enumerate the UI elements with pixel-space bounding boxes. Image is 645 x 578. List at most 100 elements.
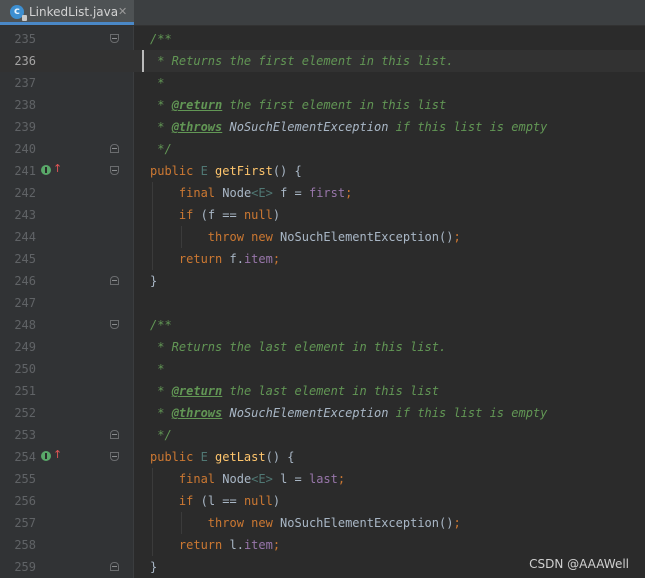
code-token: * <box>150 362 165 376</box>
indent-guide <box>181 226 182 248</box>
code-line[interactable]: 241 ↑ public E getFirst() { <box>0 160 645 182</box>
code-line[interactable]: 247 <box>0 292 645 314</box>
line-number: 241 <box>14 164 36 178</box>
fold-collapse-icon[interactable] <box>110 320 119 329</box>
fold-end-icon[interactable] <box>110 430 119 439</box>
code-text: * @return the last element in this list <box>150 380 439 402</box>
code-token: * <box>150 98 172 112</box>
code-text: if (l == null) <box>150 490 280 512</box>
code-token: <E> <box>251 186 273 200</box>
code-line[interactable]: 248 /** <box>0 314 645 336</box>
code-token: return <box>178 538 230 552</box>
code-token: the first element in this list <box>222 98 447 112</box>
code-line[interactable]: 239 * @throws NoSuchElementException if … <box>0 116 645 138</box>
code-line[interactable]: 238 * @return the first element in this … <box>0 94 645 116</box>
line-number: 257 <box>14 516 36 530</box>
code-token: first <box>308 186 346 200</box>
code-text: * Returns the first element in this list… <box>150 50 453 72</box>
code-token: */ <box>150 142 172 156</box>
code-line[interactable]: 253 */ <box>0 424 645 446</box>
code-text: * @throws NoSuchElementException if this… <box>150 402 547 424</box>
read-only-lock-icon <box>22 15 27 21</box>
code-line[interactable]: 236 * Returns the first element in this … <box>0 50 645 72</box>
fold-collapse-icon[interactable] <box>110 166 119 175</box>
code-token: public <box>150 450 201 464</box>
code-token: NoSuchElementException <box>222 120 389 134</box>
indent-guide <box>152 182 153 270</box>
code-line[interactable]: 243 if (f == null) <box>0 204 645 226</box>
code-token: @return <box>171 98 223 112</box>
code-editor[interactable]: 235 /** 236 * Returns the first element in… <box>0 26 645 578</box>
line-number: 236 <box>14 54 36 68</box>
code-text: */ <box>150 424 171 446</box>
code-text: final Node<E> l = last; <box>150 468 345 490</box>
watermark: CSDN @AAAWell <box>529 557 629 571</box>
fold-end-icon[interactable] <box>110 276 119 285</box>
java-class-icon-letter: c <box>14 6 20 17</box>
code-token: l = <box>272 472 309 486</box>
code-line[interactable]: 244 throw new NoSuchElementException(); <box>0 226 645 248</box>
code-text: * @return the first element in this list <box>150 94 446 116</box>
code-text: * <box>150 72 164 94</box>
line-number: 243 <box>14 208 36 222</box>
tab-linkedlist-java[interactable]: c LinkedList.java ✕ <box>0 0 134 25</box>
line-number: 238 <box>14 98 36 112</box>
code-line[interactable]: 235 /** <box>0 28 645 50</box>
code-token: f. <box>229 252 244 266</box>
text-cursor <box>142 50 144 72</box>
fold-end-icon[interactable] <box>110 144 119 153</box>
code-line[interactable]: 254 ↑ public E getLast() { <box>0 446 645 468</box>
line-number: 251 <box>14 384 36 398</box>
code-token: public <box>150 164 201 178</box>
code-line[interactable]: 245 return f.item; <box>0 248 645 270</box>
code-line[interactable]: 256 if (l == null) <box>0 490 645 512</box>
close-icon[interactable]: ✕ <box>118 5 127 19</box>
code-token: * Returns the last element in this list. <box>150 340 447 354</box>
code-text: throw new NoSuchElementException(); <box>150 512 461 534</box>
code-text: public E getFirst() { <box>150 160 302 182</box>
code-token: * Returns the first element in this list… <box>150 54 454 68</box>
code-line[interactable]: 252 * @throws NoSuchElementException if … <box>0 402 645 424</box>
code-line[interactable]: 237 * <box>0 72 645 94</box>
code-token: (f == <box>200 208 244 222</box>
code-token: getFirst <box>215 164 273 178</box>
code-line[interactable]: 255 final Node<E> l = last; <box>0 468 645 490</box>
code-token: if this list is empty <box>388 406 548 420</box>
code-line[interactable]: 246} <box>0 270 645 292</box>
code-text: final Node<E> f = first; <box>150 182 352 204</box>
line-number: 249 <box>14 340 36 354</box>
code-token: item <box>243 538 273 552</box>
implements-method-icon[interactable]: ↑ <box>41 449 62 464</box>
code-line[interactable]: 242 final Node<E> f = first; <box>0 182 645 204</box>
java-class-icon: c <box>10 5 27 21</box>
code-line[interactable]: 251 * @return the last element in this l… <box>0 380 645 402</box>
code-token: getLast <box>215 450 266 464</box>
code-line[interactable]: 250 * <box>0 358 645 380</box>
code-token: * <box>150 120 172 134</box>
code-line[interactable]: 257 throw new NoSuchElementException(); <box>0 512 645 534</box>
implements-circle-icon <box>41 451 51 461</box>
code-text: if (f == null) <box>150 204 280 226</box>
line-number: 246 <box>14 274 36 288</box>
fold-collapse-icon[interactable] <box>110 34 119 43</box>
line-number: 259 <box>14 560 36 574</box>
code-token: <E> <box>251 472 273 486</box>
code-token: NoSuchElementException() <box>280 516 454 530</box>
fold-end-icon[interactable] <box>110 562 119 571</box>
code-text: /** <box>150 314 172 336</box>
code-token: * <box>150 384 172 398</box>
code-token: last <box>308 472 338 486</box>
code-text: public E getLast() { <box>150 446 295 468</box>
code-line[interactable]: 240 */ <box>0 138 645 160</box>
line-number: 252 <box>14 406 36 420</box>
implements-method-icon[interactable]: ↑ <box>41 163 62 178</box>
code-token: * <box>150 76 165 90</box>
fold-collapse-icon[interactable] <box>110 452 119 461</box>
code-line[interactable]: 258 return l.item; <box>0 534 645 556</box>
code-token: E <box>200 164 216 178</box>
code-line[interactable]: 249 * Returns the last element in this l… <box>0 336 645 358</box>
